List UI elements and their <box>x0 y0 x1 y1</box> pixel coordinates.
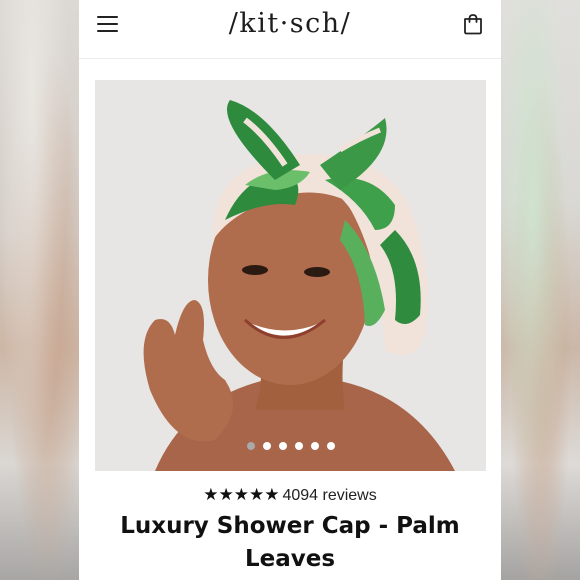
rating-stars: ★★★★★ <box>203 485 280 504</box>
carousel-dot-4[interactable] <box>294 442 303 450</box>
carousel-dots <box>95 442 486 450</box>
carousel-dot-5[interactable] <box>310 442 319 450</box>
site-header: /kit·sch/ <box>79 0 501 59</box>
product-page: /kit·sch/ ★★★★★ 4094 reviews Luxury Show… <box>79 0 501 580</box>
carousel-dot-1[interactable] <box>246 442 255 450</box>
shopping-bag-icon[interactable] <box>461 12 485 36</box>
review-count[interactable]: 4094 reviews <box>282 487 376 504</box>
product-image-carousel[interactable] <box>95 80 486 471</box>
carousel-dot-6[interactable] <box>326 442 335 450</box>
product-photo <box>95 80 486 471</box>
background-right <box>501 0 580 580</box>
carousel-dot-2[interactable] <box>262 442 271 450</box>
product-title: Luxury Shower Cap - Palm Leaves <box>120 513 460 572</box>
carousel-dot-3[interactable] <box>278 442 287 450</box>
brand-logo[interactable]: /kit·sch/ <box>79 8 501 39</box>
background-left <box>0 0 79 580</box>
product-rating[interactable]: ★★★★★ 4094 reviews <box>79 485 501 505</box>
